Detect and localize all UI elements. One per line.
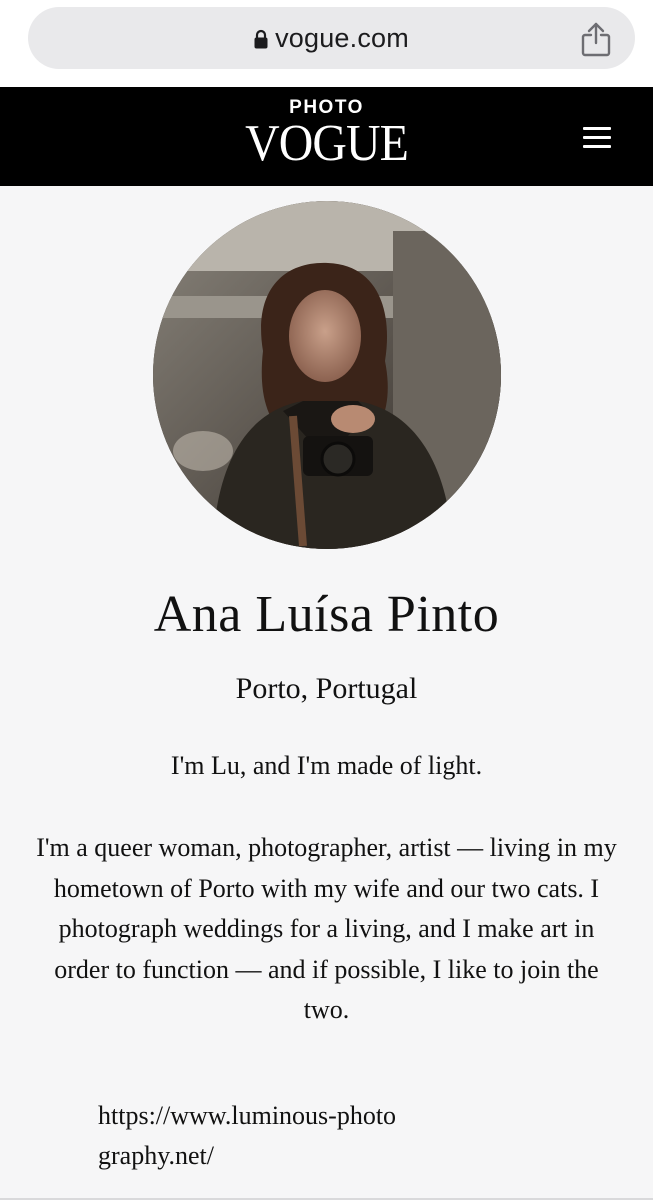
url-text: vogue.com: [275, 22, 409, 53]
profile-name: Ana Luísa Pinto: [153, 586, 500, 643]
browser-toolbar: vogue.com: [0, 0, 653, 87]
address-bar[interactable]: vogue.com: [28, 7, 635, 69]
address-bar-content: vogue.com: [28, 7, 635, 69]
website-link[interactable]: https://www.luminous-photography.net/: [98, 1096, 398, 1176]
lock-icon: [254, 29, 268, 49]
profile-avatar: [153, 201, 501, 549]
logo-vogue-text: VOGUE: [245, 115, 409, 172]
hamburger-menu-icon[interactable]: [583, 127, 611, 149]
profile-location: Porto, Portugal: [235, 672, 418, 705]
photo-vogue-logo[interactable]: PHOTO VOGUE: [0, 97, 653, 172]
site-header: PHOTO VOGUE: [0, 87, 653, 186]
bio-body: I'm a queer woman, photographer, artist …: [36, 833, 617, 1024]
bio-intro: I'm Lu, and I'm made of light.: [170, 751, 483, 780]
share-icon[interactable]: [579, 21, 613, 57]
